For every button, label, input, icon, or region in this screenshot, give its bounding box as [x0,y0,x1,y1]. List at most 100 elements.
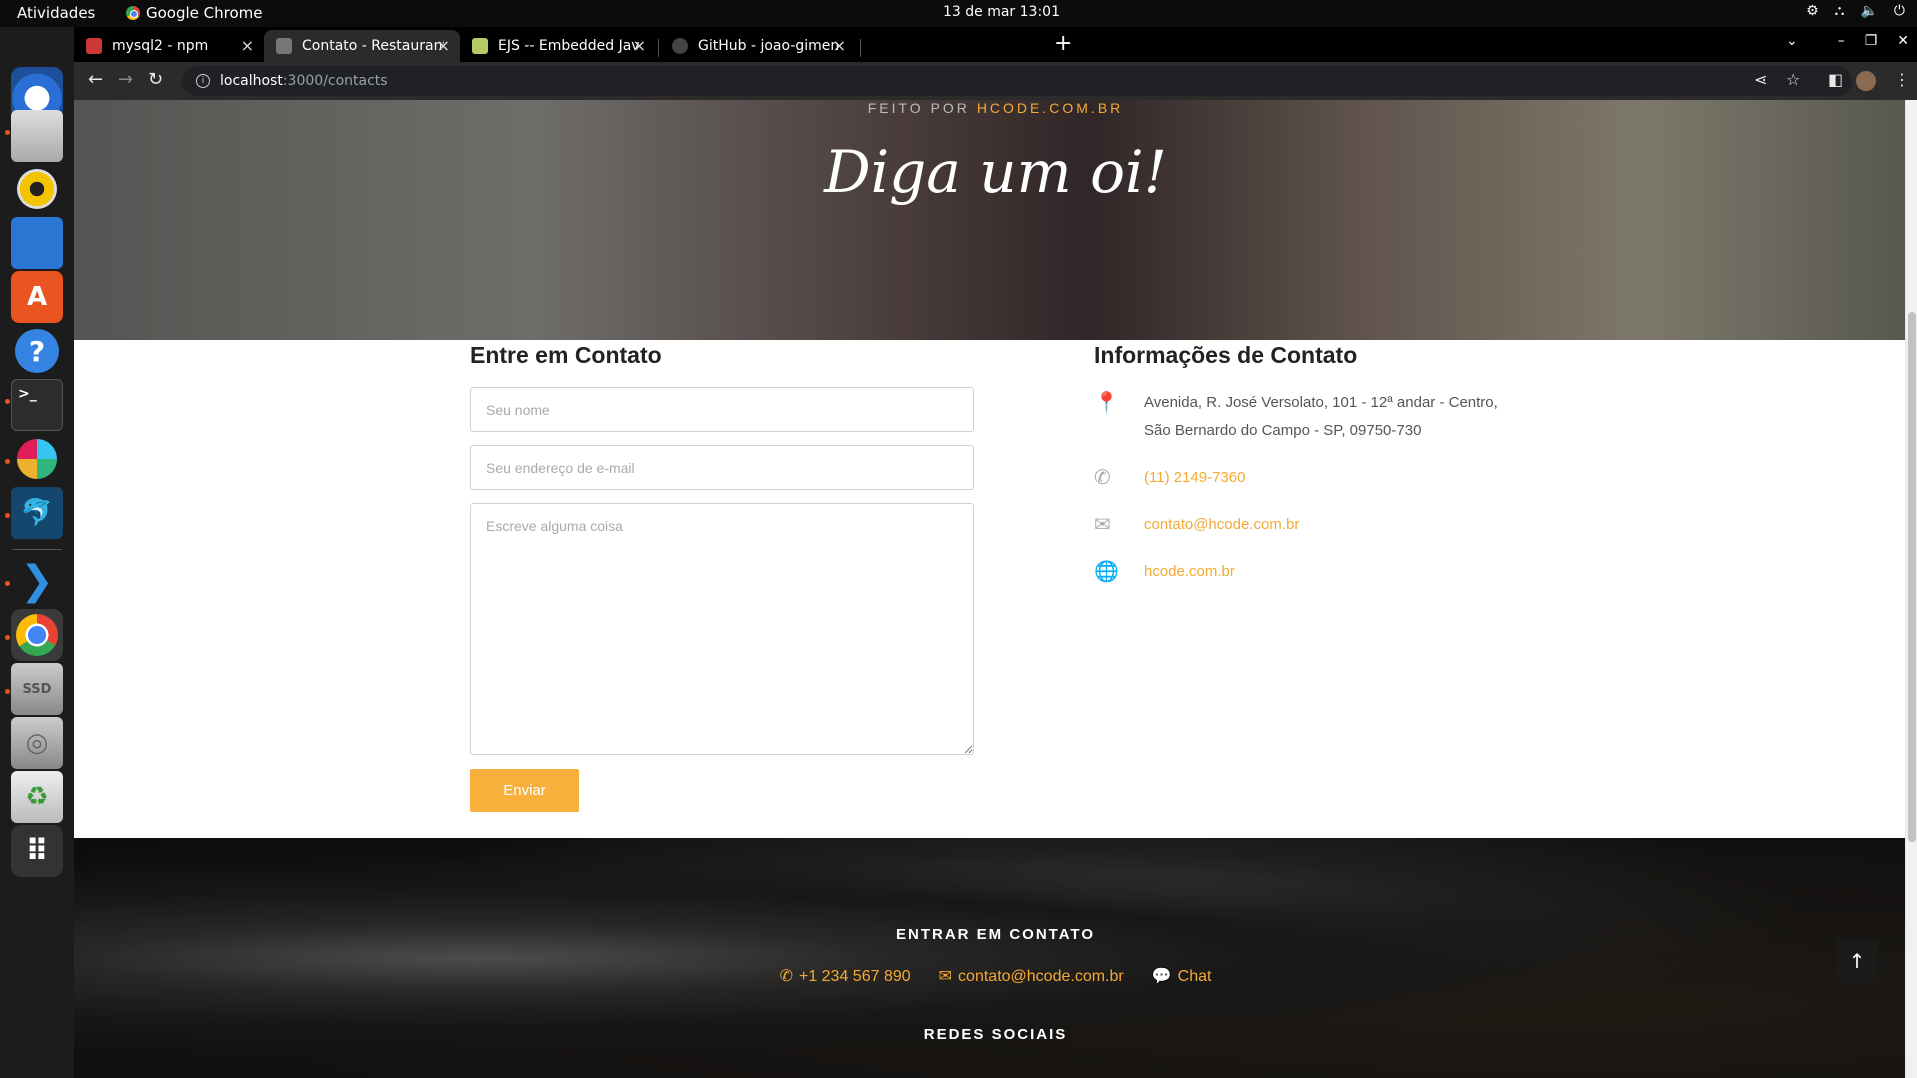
restaurant-icon [276,38,292,54]
share-icon[interactable]: ⋖ [1754,70,1767,89]
website-row: 🌐 hcode.com.br [1094,558,1594,586]
tab-title: EJS -- Embedded JavaScri [498,38,640,54]
phone-icon: ✆ [1094,467,1111,489]
terminal-icon[interactable]: >_ [11,379,63,431]
github-icon [672,38,688,54]
footer: ENTRAR EM CONTATO ✆ +1 234 567 890 ✉ conta… [74,838,1917,1078]
made-by-prefix: FEITO POR [867,100,977,116]
ssd-drive-icon[interactable]: SSD [11,663,63,715]
tab-github[interactable]: GitHub - joao-gimenes-cle × [660,30,856,62]
running-indicator [5,399,10,404]
running-indicator [5,581,10,586]
browser-toolbar: ← → ↻ i localhost:3000/contacts ⋖ ☆ ◧ ⋮ [74,62,1917,100]
maximize-icon[interactable]: ❐ [1865,33,1878,49]
close-window-icon[interactable]: ✕ [1897,33,1909,49]
footer-contact-title: ENTRAR EM CONTATO [896,926,1095,943]
reload-icon[interactable]: ↻ [148,69,163,90]
footer-email-text: contato@hcode.com.br [958,968,1124,985]
tab-search-icon[interactable]: ⌄ [1786,33,1798,49]
menu-icon[interactable]: ⋮ [1894,70,1910,89]
forward-icon[interactable]: → [118,69,133,90]
phone-icon: ✆ [779,968,793,985]
url-path: :3000/contacts [282,73,388,89]
app-center-icon[interactable]: A [11,271,63,323]
phone-row: ✆ (11) 2149-7360 [1094,464,1594,492]
footer-email-link[interactable]: ✉ contato@hcode.com.br [939,966,1124,986]
contact-form-section: Entre em Contato Enviar [470,340,974,812]
chat-icon: 💬 [1151,968,1172,985]
power-icon[interactable]: ⏻ [1894,3,1905,19]
trash-icon[interactable]: ♻ [11,771,63,823]
new-tab-button[interactable]: + [1054,31,1072,56]
name-input[interactable] [470,387,974,432]
close-icon[interactable]: × [833,36,846,55]
ejs-icon [472,38,488,54]
made-by-text: FEITO POR HCODE.COM.BR [74,100,1917,116]
map-pin-icon: 📍 [1094,392,1119,414]
chrome-icon [126,6,140,20]
tab-title: Contato - Restaurante Sal [302,38,444,54]
footer-social-title: REDES SOCIAIS [923,1026,1068,1043]
scroll-to-top-button[interactable]: ↑ [1836,940,1878,982]
clock[interactable]: 13 de mar 13:01 [943,4,1060,20]
window-controls: ⌄ – ❐ ✕ [1786,33,1909,49]
message-textarea[interactable] [470,503,974,755]
address-bar[interactable]: i localhost:3000/contacts [182,66,1852,96]
bookmark-star-icon[interactable]: ☆ [1786,70,1800,89]
website-link[interactable]: hcode.com.br [1144,558,1235,586]
minimize-icon[interactable]: – [1838,33,1845,49]
rhythmbox-icon[interactable] [11,163,63,215]
close-icon[interactable]: × [437,36,450,55]
submit-button[interactable]: Enviar [470,769,579,812]
files-icon[interactable] [11,110,63,162]
running-indicator [5,635,10,640]
made-by-link[interactable]: HCODE.COM.BR [977,100,1123,116]
vscode-icon[interactable]: ❯ [11,555,63,607]
email-link[interactable]: contato@hcode.com.br [1144,511,1299,539]
app-menu-label: Google Chrome [146,4,263,22]
tab-mysql2[interactable]: mysql2 - npm × [74,30,264,62]
tab-strip: mysql2 - npm × Contato - Restaurante Sal… [74,27,1917,62]
profile-avatar[interactable] [1856,71,1876,91]
address-row: 📍 Avenida, R. José Versolato, 101 - 12ª … [1094,389,1594,445]
disc-drive-icon[interactable]: ◎ [11,717,63,769]
scrollbar-thumb[interactable] [1908,312,1916,842]
system-tray[interactable]: ⚙ ⛬ 🔈 ⏻ [1806,3,1905,19]
site-info-icon[interactable]: i [196,74,210,88]
address-line-1: Avenida, R. José Versolato, 101 - 12ª an… [1144,394,1498,411]
form-title: Entre em Contato [470,342,662,368]
contact-info-section: Informações de Contato 📍 Avenida, R. Jos… [1094,340,1594,586]
show-apps-icon[interactable]: ⠿ [11,825,63,877]
page-viewport: FEITO POR HCODE.COM.BR Diga um oi! Entre… [74,100,1917,1078]
dock: A ? >_ 🐬 ❯ SSD ◎ ♻ ⠿ [0,27,74,1078]
activities-button[interactable]: Atividades [17,4,95,22]
email-input[interactable] [470,445,974,490]
tab-contato[interactable]: Contato - Restaurante Sal × [264,30,460,62]
email-row: ✉ contato@hcode.com.br [1094,511,1594,539]
phone-link[interactable]: (11) 2149-7360 [1144,464,1245,492]
side-panel-icon[interactable]: ◧ [1828,70,1843,89]
envelope-icon: ✉ [938,968,953,985]
extension-icon[interactable]: ⚙ [1806,3,1819,19]
npm-icon [86,38,102,54]
back-icon[interactable]: ← [88,69,103,90]
help-icon[interactable]: ? [11,325,63,377]
network-icon[interactable]: ⛬ [1835,3,1845,19]
tab-ejs[interactable]: EJS -- Embedded JavaScri × [460,30,656,62]
writer-icon[interactable] [11,217,63,269]
mysql-workbench-icon[interactable]: 🐬 [11,487,63,539]
chrome-dock-icon[interactable] [11,609,63,661]
running-indicator [5,689,10,694]
tab-title: GitHub - joao-gimenes-cle [698,38,840,54]
page-title: Diga um oi! [824,138,1167,206]
dock-separator [12,549,62,550]
close-icon[interactable]: × [633,36,646,55]
volume-icon[interactable]: 🔈 [1860,3,1877,19]
info-title: Informações de Contato [1094,342,1358,368]
slack-icon[interactable] [11,433,63,485]
footer-chat-link[interactable]: 💬 Chat [1152,966,1212,986]
close-icon[interactable]: × [241,36,254,55]
footer-phone-link[interactable]: ✆ +1 234 567 890 [780,966,911,986]
footer-chat-text: Chat [1177,968,1212,985]
app-menu[interactable]: Google Chrome [126,4,263,22]
